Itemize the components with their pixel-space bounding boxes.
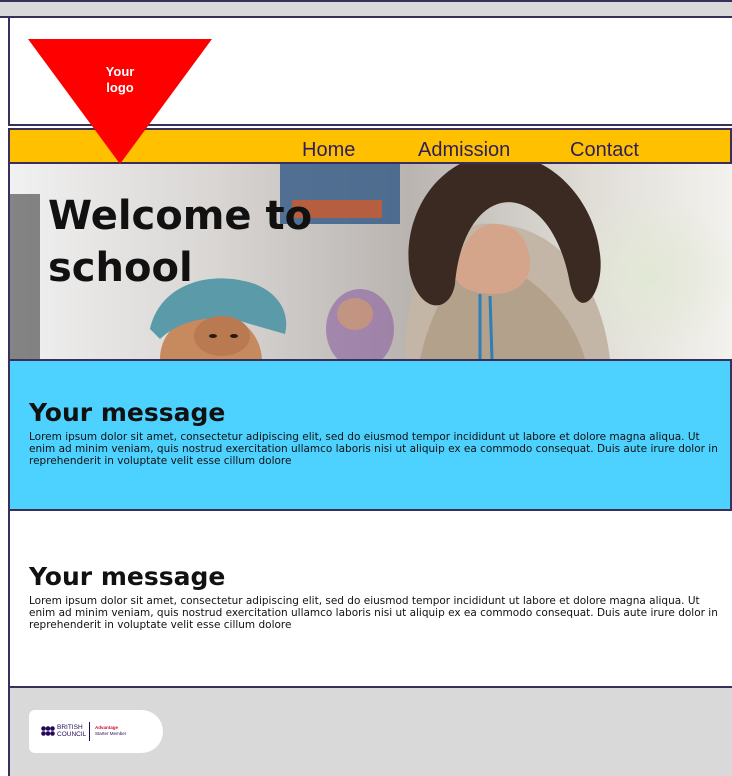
logo-triangle-icon [28,39,212,164]
message-section-2: Your message Lorem ipsum dolor sit amet,… [8,511,732,688]
footer: BRITISH COUNCIL Advantage Starter Member [8,688,732,776]
nav-item-admission[interactable]: Admission [418,139,510,161]
hero-title-line2: school [48,245,193,291]
hero-banner: Welcome to school [8,164,732,359]
message-title: Your message [29,562,226,591]
badge-divider [89,722,90,741]
logo-text-line2: logo [106,80,134,95]
page: Your logo Home Admission Contact Welcome… [0,0,732,776]
message-body: Lorem ipsum dolor sit amet, consectetur … [29,595,718,631]
membership-tier: Advantage Starter Member [95,725,126,737]
nav-item-home[interactable]: Home [302,139,355,161]
logo[interactable]: Your logo [28,39,212,164]
hero-title: Welcome to school [48,190,312,294]
nav-item-contact[interactable]: Contact [570,139,639,161]
british-council-badge[interactable]: BRITISH COUNCIL Advantage Starter Member [29,710,163,753]
top-strip [0,0,732,18]
message-section-1: Your message Lorem ipsum dolor sit amet,… [8,359,732,511]
membership-tier-line1: Advantage [95,725,119,730]
message-body: Lorem ipsum dolor sit amet, consectetur … [29,431,718,467]
logo-text-line1: Your [105,64,135,79]
logo-text: Your logo [28,64,212,96]
message-title: Your message [29,398,226,427]
british-council-name: BRITISH COUNCIL [57,724,86,738]
british-council-line2: COUNCIL [57,731,87,738]
british-council-line1: BRITISH [57,724,83,731]
british-council-dots-icon [41,726,55,736]
membership-tier-line2: Starter Member [95,731,127,736]
hero-title-line1: Welcome to [48,193,313,239]
